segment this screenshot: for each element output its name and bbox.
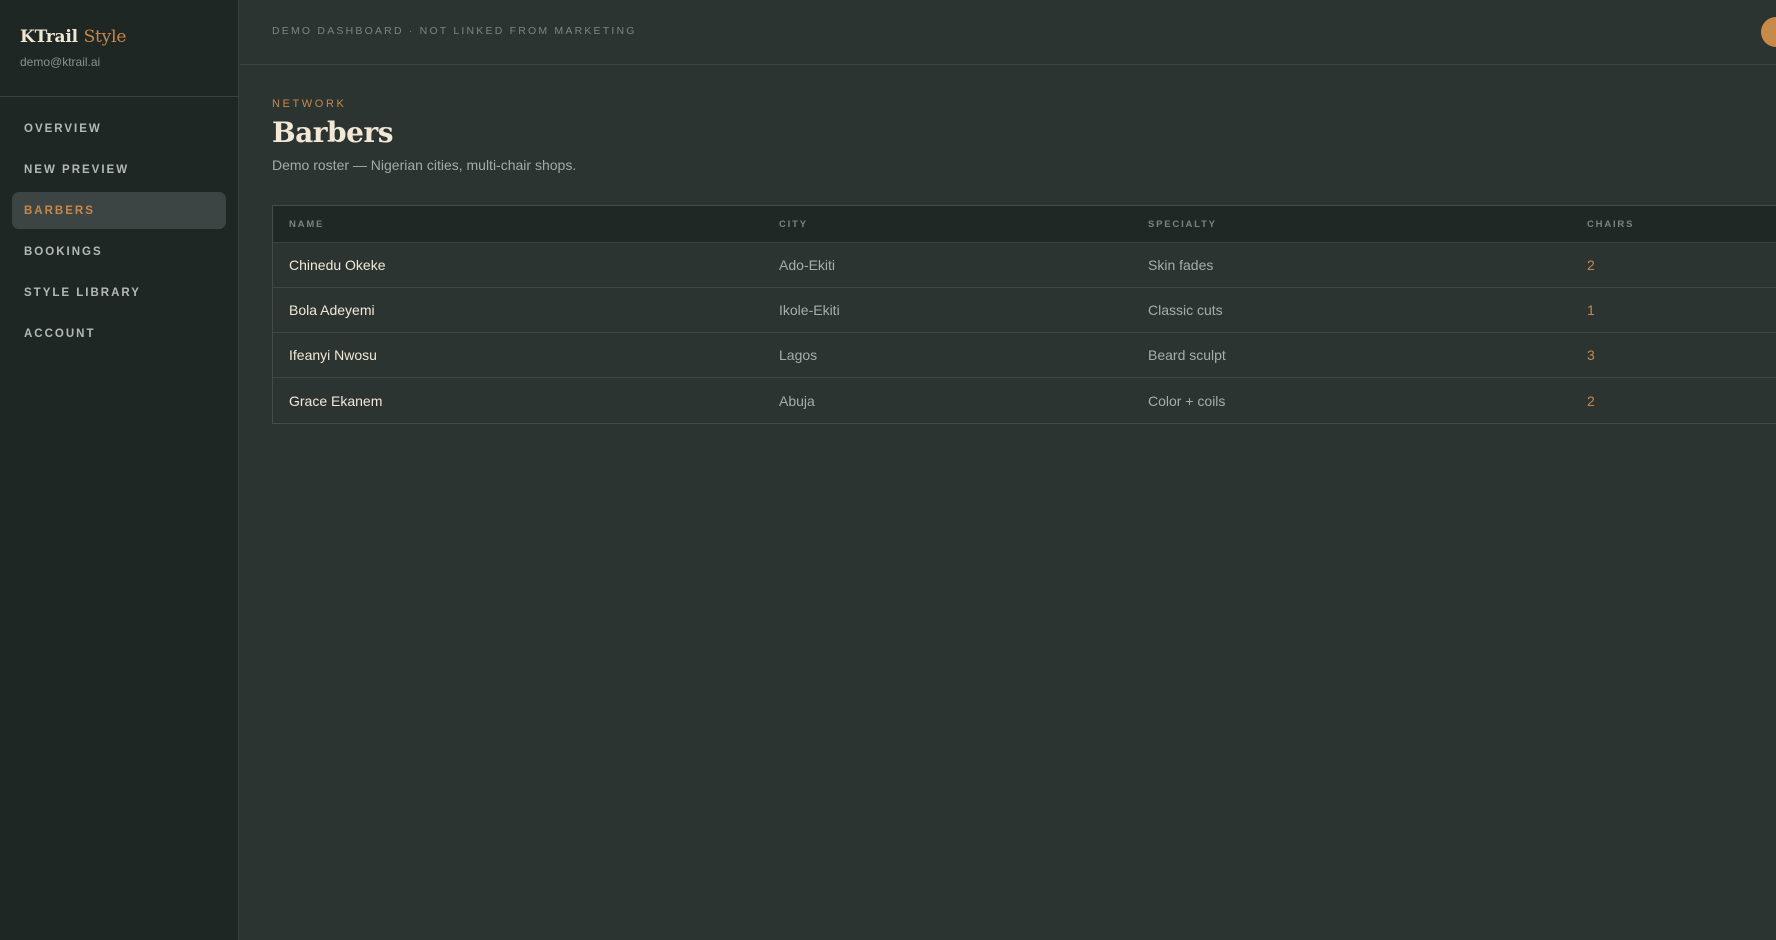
demo-banner: DEMO DASHBOARD · NOT LINKED FROM MARKETI… [272, 25, 637, 37]
sidebar-item-bookings[interactable]: BOOKINGS [12, 233, 226, 270]
sidebar-item-overview[interactable]: OVERVIEW [12, 110, 226, 147]
brand-accent: Style [83, 27, 127, 47]
cell-chairs: 1 [1587, 302, 1595, 318]
table-header: NAME CITY SPECIALTY CHAIRS [273, 206, 1776, 243]
sidebar-nav: OVERVIEW NEW PREVIEW BARBERS BOOKINGS ST… [0, 97, 238, 352]
cell-name: Ifeanyi Nwosu [289, 347, 377, 363]
cell-city: Ikole-Ekiti [779, 302, 840, 318]
avatar[interactable] [1761, 17, 1776, 47]
column-header-name[interactable]: NAME [273, 219, 779, 230]
column-header-specialty[interactable]: SPECIALTY [1148, 219, 1587, 230]
page-title: Barbers [272, 116, 393, 149]
cell-specialty: Color + coils [1148, 392, 1226, 409]
table-row[interactable]: Grace Ekanem Abuja Color + coils 2 [273, 378, 1776, 423]
topbar: DEMO DASHBOARD · NOT LINKED FROM MARKETI… [240, 0, 1776, 65]
brand-block: KTrail Style demo@ktrail.ai [0, 0, 238, 97]
cell-city: Ado-Ekiti [779, 257, 836, 273]
cell-chairs: 3 [1587, 347, 1595, 363]
barbers-table: NAME CITY SPECIALTY CHAIRS Chinedu Okeke… [272, 205, 1776, 424]
cell-name: Bola Adeyemi [289, 302, 375, 318]
cell-specialty: Skin fades [1148, 257, 1214, 273]
cell-name: Grace Ekanem [289, 392, 383, 409]
sidebar-item-new-preview[interactable]: NEW PREVIEW [12, 151, 226, 188]
column-header-chairs[interactable]: CHAIRS [1587, 219, 1776, 230]
column-header-city[interactable]: CITY [779, 219, 1148, 230]
cell-chairs: 2 [1587, 392, 1595, 409]
brand-name: KTrail [20, 27, 78, 47]
table-row[interactable]: Ifeanyi Nwosu Lagos Beard sculpt 3 [273, 333, 1776, 378]
brand-logo[interactable]: KTrail Style [20, 27, 218, 47]
section-eyebrow: NETWORK [272, 98, 347, 110]
cell-city: Lagos [779, 347, 818, 363]
sidebar-item-style-library[interactable]: STYLE LIBRARY [12, 274, 226, 311]
table-row[interactable]: Bola Adeyemi Ikole-Ekiti Classic cuts 1 [273, 288, 1776, 333]
sidebar: KTrail Style demo@ktrail.ai OVERVIEW NEW… [0, 0, 239, 940]
cell-specialty: Beard sculpt [1148, 347, 1226, 363]
sidebar-item-barbers[interactable]: BARBERS [12, 192, 226, 229]
page-content: NETWORK Barbers Demo roster — Nigerian c… [240, 65, 1776, 424]
sidebar-item-account[interactable]: ACCOUNT [12, 315, 226, 352]
page-subtitle: Demo roster — Nigerian cities, multi-cha… [272, 157, 577, 173]
cell-specialty: Classic cuts [1148, 302, 1223, 318]
user-email: demo@ktrail.ai [20, 55, 101, 69]
cell-chairs: 2 [1587, 257, 1595, 273]
main-area: DEMO DASHBOARD · NOT LINKED FROM MARKETI… [240, 0, 1776, 940]
cell-name: Chinedu Okeke [289, 257, 386, 273]
table-row[interactable]: Chinedu Okeke Ado-Ekiti Skin fades 2 [273, 243, 1776, 288]
cell-city: Abuja [779, 392, 815, 409]
